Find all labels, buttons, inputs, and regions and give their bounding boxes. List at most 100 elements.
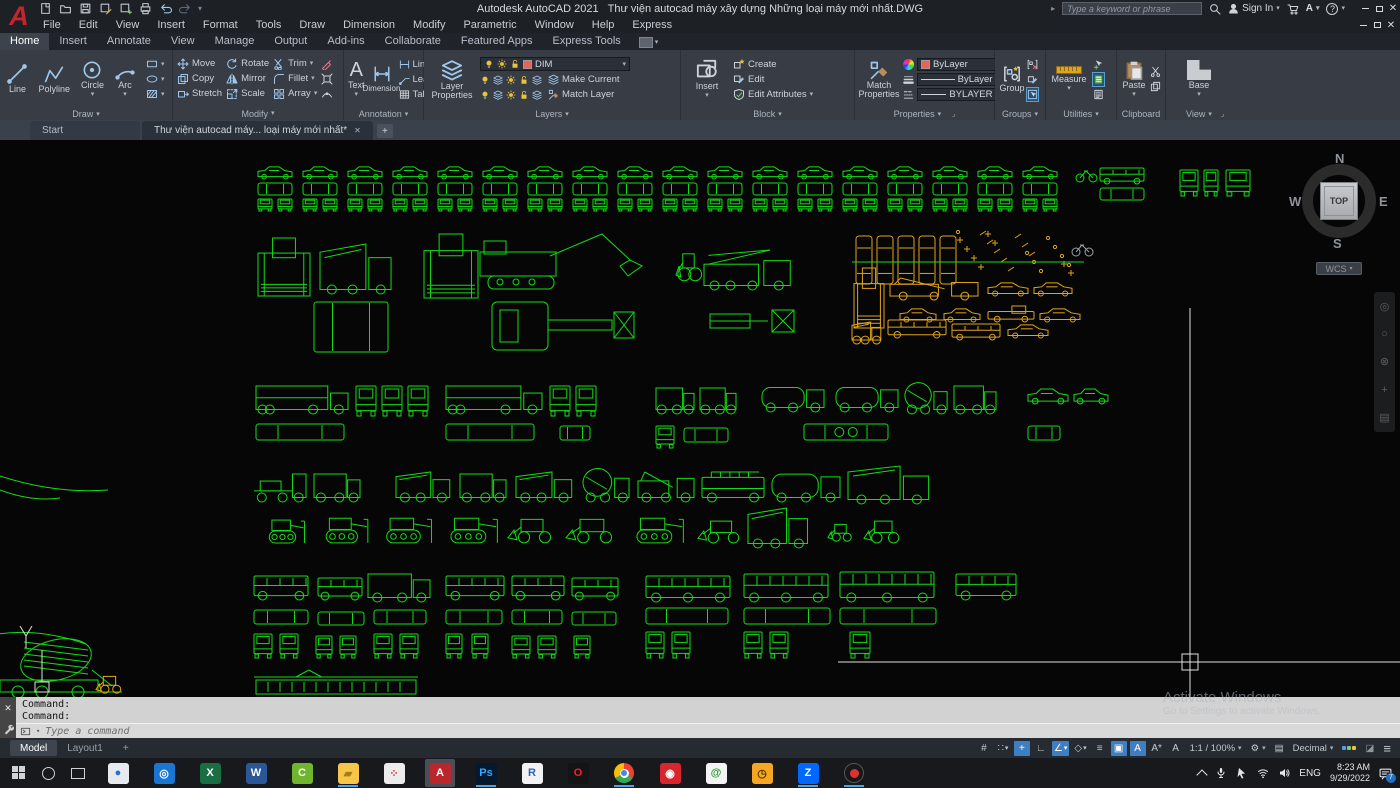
ribbon-tab-home[interactable]: Home	[0, 33, 49, 50]
zoom-icon[interactable]: ⊗	[1380, 355, 1389, 368]
stretch-button[interactable]: Stretch	[177, 87, 222, 100]
clock[interactable]: 8:23 AM 9/29/2022	[1330, 762, 1370, 784]
pointer-tool-icon[interactable]	[1236, 767, 1248, 779]
rotate-button[interactable]: Rotate	[226, 57, 269, 70]
new-layout-button[interactable]: +	[113, 740, 139, 756]
taskbar-app-zalo[interactable]: Z	[793, 759, 823, 787]
redo-icon[interactable]	[178, 1, 193, 16]
new-file-icon[interactable]	[38, 1, 53, 16]
navigation-bar[interactable]: ◎ ○ ⊗ + ▤	[1374, 292, 1395, 432]
status-workspace-gear[interactable]: ⚙ ▾	[1248, 743, 1269, 754]
model-tab[interactable]: Model	[10, 740, 57, 756]
taskbar-app-excel[interactable]: X	[195, 759, 225, 787]
wcs-dropdown[interactable]: WCS▾	[1316, 262, 1362, 275]
measure-button[interactable]: Measure▾	[1050, 52, 1088, 106]
taskbar-app-chrome[interactable]	[609, 759, 639, 787]
close-button[interactable]: ✕	[1386, 2, 1400, 15]
sign-in-button[interactable]: Sign In ▾	[1228, 3, 1280, 14]
cut-button[interactable]	[1150, 65, 1161, 78]
compass-south[interactable]: S	[1333, 236, 1342, 251]
arc-button[interactable]: Arc▾	[115, 52, 135, 106]
ribbon-tab-express-tools[interactable]: Express Tools	[542, 33, 630, 50]
doc-restore-button[interactable]	[1370, 19, 1384, 32]
showmotion-icon[interactable]: ▤	[1379, 411, 1389, 424]
search-icon[interactable]	[1209, 3, 1221, 15]
status-annotation-scale-list-toggle[interactable]: A	[1168, 741, 1184, 756]
cortana-button[interactable]	[42, 767, 55, 780]
ribbon-tab-insert[interactable]: Insert	[49, 33, 97, 50]
notification-center-button[interactable]: 7	[1379, 767, 1392, 780]
quick-calculator-button[interactable]	[1093, 73, 1104, 86]
taskbar-app-green-at-app[interactable]: @	[701, 759, 731, 787]
status-dynamic-input-toggle[interactable]: +	[1014, 741, 1030, 756]
move-button[interactable]: Move	[177, 57, 222, 70]
nav-wheel-icon[interactable]: ◎	[1380, 300, 1390, 313]
volume-icon[interactable]	[1278, 767, 1290, 779]
group-selection-button[interactable]	[1027, 88, 1038, 101]
match-layer-button[interactable]: Match Layer	[548, 88, 614, 101]
open-file-icon[interactable]	[58, 1, 73, 16]
command-input[interactable]: ▾ Type a command	[16, 723, 1400, 738]
status-snap-mode-toggle[interactable]: ∷▾	[995, 741, 1011, 756]
panel-label-utilities[interactable]: Utilities▾	[1046, 108, 1116, 120]
menu-view[interactable]: View	[107, 19, 149, 31]
search-scope-arrow[interactable]: ▸	[1051, 4, 1055, 13]
copy-button[interactable]: Copy	[177, 72, 222, 85]
panel-label-modify[interactable]: Modify▾	[173, 107, 343, 120]
menu-edit[interactable]: Edit	[70, 19, 107, 31]
command-prompt-icon[interactable]	[20, 726, 31, 737]
save-as-icon[interactable]	[98, 1, 113, 16]
ribbon-tab-output[interactable]: Output	[264, 33, 317, 50]
status-customization-menu[interactable]: ≡	[1380, 741, 1394, 756]
ribbon-tab-extra[interactable]: ▾	[639, 37, 659, 48]
compass-west[interactable]: W	[1289, 194, 1301, 209]
status-annotation-scale[interactable]: 1:1 / 100% ▾	[1187, 743, 1245, 754]
panel-label-clipboard[interactable]: Clipboard	[1117, 108, 1165, 120]
status-grid-display-toggle[interactable]: #	[976, 741, 992, 756]
array-button[interactable]: Array▾	[273, 87, 317, 100]
command-wrench-icon[interactable]	[3, 724, 14, 735]
search-input[interactable]: Type a keyword or phrase	[1062, 2, 1202, 15]
menu-parametric[interactable]: Parametric	[454, 19, 525, 31]
trim-button[interactable]: Trim▾	[273, 57, 317, 70]
taskbar-app-r-app[interactable]: R	[517, 759, 547, 787]
store-cart-icon[interactable]	[1287, 3, 1299, 15]
layer-tools-row1[interactable]	[480, 75, 542, 85]
command-close-icon[interactable]: ✕	[4, 703, 12, 714]
group-button[interactable]: Group	[999, 52, 1025, 106]
taskbar-app-photos[interactable]: ●	[103, 759, 133, 787]
polyline-button[interactable]: Polyline	[38, 52, 70, 106]
taskbar-app-file-explorer[interactable]: ▰	[333, 759, 363, 787]
panel-label-properties[interactable]: Properties▾⌟	[855, 108, 994, 120]
quick-select-button[interactable]	[1093, 58, 1104, 71]
taskbar-app-word[interactable]: W	[241, 759, 271, 787]
layer-dropdown[interactable]: DIM ▾	[480, 57, 630, 71]
ungroup-button[interactable]	[1027, 58, 1038, 71]
app-store-button[interactable]: A▾	[1306, 3, 1320, 14]
menu-file[interactable]: File	[34, 19, 70, 31]
list-button[interactable]	[1093, 88, 1104, 101]
menu-draw[interactable]: Draw	[290, 19, 334, 31]
menu-window[interactable]: Window	[526, 19, 583, 31]
menu-dimension[interactable]: Dimension	[334, 19, 404, 31]
pan-icon[interactable]: ○	[1381, 328, 1388, 340]
menu-help[interactable]: Help	[583, 19, 624, 31]
language-indicator[interactable]: ENG	[1299, 768, 1321, 779]
status-ortho-mode-toggle[interactable]: ∟	[1033, 741, 1049, 756]
mirror-button[interactable]: Mirror	[226, 72, 269, 85]
view-cube[interactable]: N S W E TOP	[1289, 150, 1389, 260]
status-annotation-visibility-toggle[interactable]: A	[1130, 741, 1146, 756]
taskbar-app-photoshop[interactable]: Ps	[471, 759, 501, 787]
l ineweight-dropdown[interactable]: ByLayer▾	[917, 73, 1003, 86]
explode-button[interactable]	[321, 72, 333, 85]
fillet-button[interactable]: Fillet▾	[273, 72, 317, 85]
rectangle-button[interactable]: ▾	[146, 58, 165, 71]
status-units-dropdown[interactable]: Decimal ▾	[1290, 743, 1337, 754]
panel-label-draw[interactable]: Draw▾	[0, 108, 172, 120]
panel-label-view[interactable]: View▾⌟	[1166, 108, 1400, 120]
layer-tools-row2[interactable]	[480, 90, 542, 100]
file-tab-start[interactable]: Start	[30, 121, 140, 140]
status-object-snap-tracking-toggle[interactable]: ≡	[1092, 741, 1108, 756]
ribbon-tab-view[interactable]: View	[161, 33, 205, 50]
base-button[interactable]: Base▾	[1182, 52, 1216, 106]
